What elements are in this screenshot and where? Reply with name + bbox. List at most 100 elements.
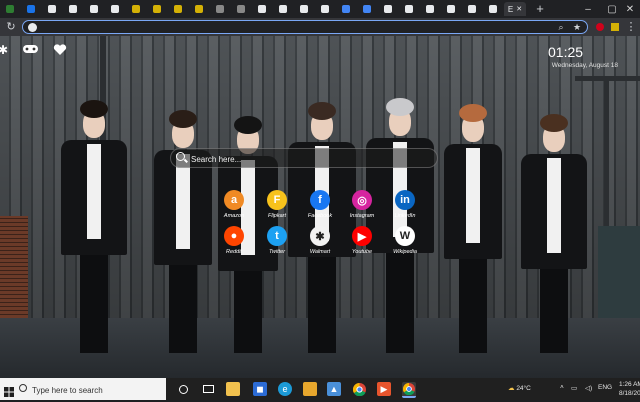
shortcut-label: Youtube [351, 249, 373, 255]
tab-favicon-icon [362, 5, 371, 13]
gamepad-icon[interactable] [23, 44, 38, 56]
taskbar-search[interactable] [0, 378, 166, 400]
shortcut-label: Wikipedia [393, 249, 417, 255]
reddit-icon: ● [224, 226, 244, 246]
minimize-button[interactable]: – [576, 0, 600, 18]
youtube-icon: ▶ [352, 226, 372, 246]
search-box[interactable] [170, 148, 438, 168]
site-info-icon[interactable] [28, 23, 37, 32]
browser-tab[interactable] [483, 2, 502, 16]
weather-icon[interactable]: ☁ 24°C [508, 384, 531, 392]
language-indicator[interactable]: ENG [598, 384, 612, 391]
browser-tab[interactable] [42, 2, 61, 16]
volume-icon[interactable]: ◁) [585, 384, 592, 392]
tab-favicon-icon [26, 5, 35, 13]
tab-favicon-icon [299, 5, 308, 13]
address-bar[interactable]: ⌕ ★ [22, 20, 588, 35]
shortcut-label: Twitter [268, 249, 286, 255]
person-figure [438, 100, 508, 378]
heart-icon[interactable] [53, 44, 67, 58]
browser-tab-active[interactable]: E ✕ [504, 2, 526, 16]
search-icon[interactable]: ⌕ [555, 22, 567, 33]
media-player-icon[interactable]: ▶ [377, 382, 391, 396]
browser-tab[interactable] [189, 2, 208, 16]
extension-icon[interactable] [608, 20, 622, 34]
sticky-notes-icon[interactable] [303, 382, 317, 396]
photos-icon[interactable]: ▲ [327, 382, 341, 396]
facebook-icon: f [310, 190, 330, 210]
menu-icon[interactable]: ⋮ [624, 20, 638, 34]
flipkart-icon: F [267, 190, 287, 210]
shortcut-label: Instagram [349, 213, 375, 219]
browser-tab[interactable] [21, 2, 40, 16]
shortcut-amazon[interactable]: a Amazon [214, 190, 254, 219]
new-tab-button[interactable]: + [532, 2, 548, 16]
browser-tab[interactable] [399, 2, 418, 16]
chrome-window-icon[interactable] [402, 382, 416, 398]
tab-favicon-icon [236, 5, 245, 13]
instagram-icon: ◎ [352, 190, 372, 210]
cortana-icon[interactable] [176, 382, 190, 396]
tab-favicon-icon [194, 5, 203, 13]
reload-icon[interactable]: ↻ [4, 20, 18, 34]
browser-tab[interactable] [315, 2, 334, 16]
shortcut-facebook[interactable]: f Facebook [300, 190, 340, 219]
shortcut-walmart[interactable]: ✱ Walmart [300, 226, 340, 255]
tray-chevron-icon[interactable]: ˄ [560, 384, 564, 391]
browser-tab[interactable] [420, 2, 439, 16]
browser-tab[interactable] [168, 2, 187, 16]
browser-tab[interactable] [273, 2, 292, 16]
browser-tab[interactable] [441, 2, 460, 16]
close-tab-icon[interactable]: ✕ [516, 5, 522, 13]
shortcut-reddit[interactable]: ● Reddit [214, 226, 254, 255]
shortcut-label: Facebook [307, 213, 333, 219]
taskbar-clock[interactable]: 1:26 AM 8/18/20 [619, 380, 640, 398]
tab-favicon-icon [341, 5, 350, 13]
taskbar-search-input[interactable] [30, 382, 164, 398]
tab-favicon-icon [152, 5, 161, 13]
clock: 01:25 [548, 44, 584, 60]
close-window-button[interactable]: ✕ [618, 0, 640, 18]
taskbar-time: 1:26 AM [619, 381, 640, 388]
tab-favicon-icon [257, 5, 266, 13]
shortcut-flipkart[interactable]: F Flipkart [257, 190, 297, 219]
browser-tab[interactable] [378, 2, 397, 16]
browser-tab[interactable] [210, 2, 229, 16]
amazon-icon: a [224, 190, 244, 210]
search-input[interactable] [189, 151, 433, 167]
shortcut-twitter[interactable]: t Twitter [257, 226, 297, 255]
browser-tab[interactable] [462, 2, 481, 16]
browser-tab[interactable] [294, 2, 313, 16]
windows-start-icon[interactable] [4, 384, 14, 397]
extension-icon[interactable] [593, 20, 607, 34]
walmart-icon: ✱ [310, 226, 330, 246]
shortcut-label: Amazon [223, 213, 245, 219]
shortcut-youtube[interactable]: ▶ Youtube [342, 226, 382, 255]
task-view-icon[interactable] [201, 382, 215, 396]
browser-tab[interactable] [252, 2, 271, 16]
browser-tab[interactable] [231, 2, 250, 16]
browser-tab[interactable] [84, 2, 103, 16]
file-explorer-icon[interactable] [226, 382, 240, 396]
browser-tab[interactable] [126, 2, 145, 16]
browser-tab[interactable] [147, 2, 166, 16]
star-icon[interactable]: ★ [571, 22, 583, 33]
edge-icon[interactable]: e [278, 382, 292, 396]
shortcut-instagram[interactable]: ◎ Instagram [342, 190, 382, 219]
network-icon[interactable]: ▭ [571, 384, 577, 392]
person-figure [515, 110, 593, 378]
browser-tab[interactable] [105, 2, 124, 16]
browser-tab[interactable] [63, 2, 82, 16]
address-input[interactable] [41, 21, 565, 35]
store-icon[interactable]: ◼ [253, 382, 267, 396]
browser-tab[interactable] [336, 2, 355, 16]
shortcut-linkedin[interactable]: in LinkedIn [385, 190, 425, 219]
browser-tab[interactable] [357, 2, 376, 16]
tab-favicon-icon [404, 5, 413, 13]
tab-favicon-icon [131, 5, 140, 13]
chrome-icon[interactable] [352, 382, 366, 396]
linkedin-icon: in [395, 190, 415, 210]
puzzle-icon[interactable]: ✱ [0, 44, 8, 56]
shortcut-wikipedia[interactable]: W Wikipedia [385, 226, 425, 255]
browser-tab[interactable] [0, 2, 19, 16]
